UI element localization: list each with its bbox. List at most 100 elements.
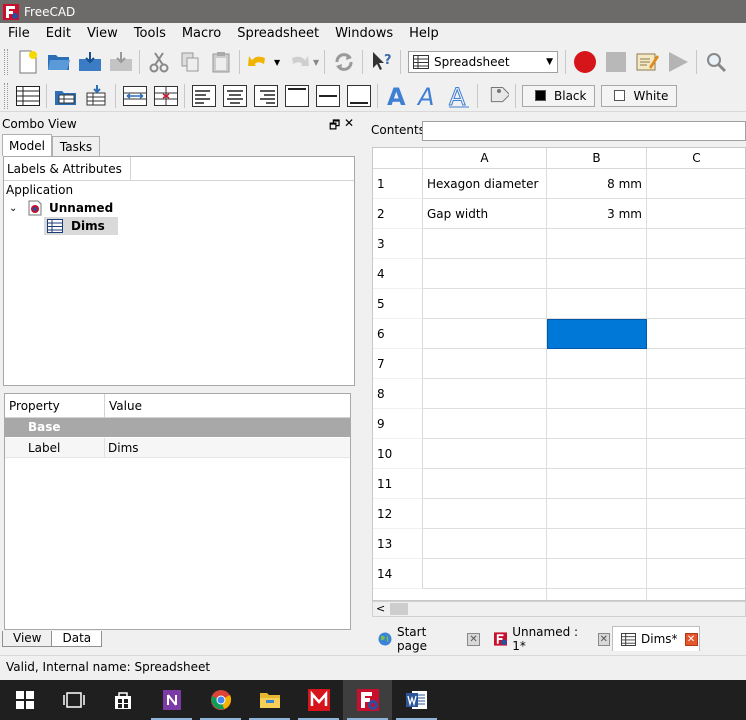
export-spreadsheet-button[interactable] xyxy=(81,81,112,111)
cell-a15[interactable] xyxy=(423,589,547,600)
tab-model[interactable]: Model xyxy=(2,134,52,156)
property-group-base[interactable]: Base xyxy=(5,418,350,437)
cell-a13[interactable] xyxy=(423,529,547,559)
cell-c14[interactable] xyxy=(647,559,745,589)
tree-item-dims[interactable]: Dims xyxy=(44,217,118,235)
save-as-button[interactable] xyxy=(105,47,136,77)
align-right-button[interactable] xyxy=(250,81,281,111)
column-header-c[interactable]: C xyxy=(647,148,745,169)
create-spreadsheet-button[interactable] xyxy=(12,81,43,111)
tree-item-unnamed[interactable]: ⌄ Unnamed xyxy=(9,199,113,217)
cell-a5[interactable] xyxy=(423,289,547,319)
column-header-a[interactable]: A xyxy=(423,148,547,169)
merge-cells-button[interactable] xyxy=(119,81,150,111)
undo-dropdown-icon[interactable]: ▼ xyxy=(274,58,282,67)
close-tab-icon[interactable]: ✕ xyxy=(467,632,480,646)
row-header[interactable]: 2 xyxy=(373,199,423,229)
cell-c1[interactable] xyxy=(647,169,745,199)
cell-a1[interactable]: Hexagon diameter xyxy=(423,169,547,199)
m-app-button[interactable] xyxy=(294,680,343,720)
menu-view[interactable]: View xyxy=(79,24,126,43)
property-row-label[interactable]: Label Dims xyxy=(5,437,350,458)
onenote-app-button[interactable] xyxy=(147,680,196,720)
align-center-button[interactable] xyxy=(219,81,250,111)
cell-a6[interactable] xyxy=(423,319,547,349)
row-header[interactable]: 10 xyxy=(373,439,423,469)
cell-a10[interactable] xyxy=(423,439,547,469)
menu-edit[interactable]: Edit xyxy=(38,24,79,43)
row-header[interactable]: 3 xyxy=(373,229,423,259)
cell-b5[interactable] xyxy=(547,289,647,319)
zoom-button[interactable] xyxy=(700,47,731,77)
toolbar-grip[interactable] xyxy=(4,49,8,75)
cell-c15[interactable] xyxy=(647,589,745,600)
horizontal-scrollbar[interactable]: < xyxy=(372,601,746,617)
cell-c12[interactable] xyxy=(647,499,745,529)
cell-a11[interactable] xyxy=(423,469,547,499)
align-left-button[interactable] xyxy=(188,81,219,111)
align-top-button[interactable] xyxy=(281,81,312,111)
cell-a14[interactable] xyxy=(423,559,547,589)
row-header[interactable]: 13 xyxy=(373,529,423,559)
cell-b11[interactable] xyxy=(547,469,647,499)
cell-b1[interactable]: 8 mm xyxy=(547,169,647,199)
cell-a9[interactable] xyxy=(423,409,547,439)
paste-button[interactable] xyxy=(205,47,236,77)
new-document-button[interactable] xyxy=(12,47,43,77)
cell-b9[interactable] xyxy=(547,409,647,439)
cell-b7[interactable] xyxy=(547,349,647,379)
menu-tools[interactable]: Tools xyxy=(126,24,174,43)
menu-file[interactable]: File xyxy=(0,24,38,43)
underline-text-button[interactable]: A xyxy=(443,81,474,111)
contents-input[interactable] xyxy=(422,121,746,141)
cell-b15[interactable] xyxy=(547,589,647,600)
workbench-selector[interactable]: Spreadsheet ▼ xyxy=(408,51,558,73)
word-button[interactable] xyxy=(392,680,441,720)
tab-view[interactable]: View xyxy=(2,631,53,647)
refresh-button[interactable] xyxy=(328,47,359,77)
property-value[interactable]: Dims xyxy=(105,441,139,455)
menu-macro[interactable]: Macro xyxy=(174,24,229,43)
cell-c6[interactable] xyxy=(647,319,745,349)
toolbar-grip[interactable] xyxy=(4,82,8,109)
row-header[interactable]: 1 xyxy=(373,169,423,199)
scroll-left-icon[interactable]: < xyxy=(376,602,385,616)
menu-spreadsheet[interactable]: Spreadsheet xyxy=(229,24,327,43)
row-header[interactable]: 14 xyxy=(373,559,423,589)
tab-tasks[interactable]: Tasks xyxy=(52,136,100,156)
row-header[interactable]: 9 xyxy=(373,409,423,439)
macro-stop-button[interactable] xyxy=(600,47,631,77)
cell-c8[interactable] xyxy=(647,379,745,409)
row-header[interactable]: 8 xyxy=(373,379,423,409)
column-header-b[interactable]: B xyxy=(547,148,647,169)
freecad-taskbar-button[interactable] xyxy=(343,680,392,720)
grid-corner[interactable] xyxy=(373,148,423,169)
open-button[interactable] xyxy=(43,47,74,77)
row-header[interactable]: 7 xyxy=(373,349,423,379)
bold-text-button[interactable]: A xyxy=(381,81,412,111)
close-tab-icon[interactable]: ✕ xyxy=(597,632,611,646)
row-header[interactable]: 12 xyxy=(373,499,423,529)
set-alias-button[interactable] xyxy=(481,81,512,111)
cell-b3[interactable] xyxy=(547,229,647,259)
cell-b14[interactable] xyxy=(547,559,647,589)
cell-b6-selected[interactable] xyxy=(547,319,647,349)
start-button[interactable] xyxy=(0,680,49,720)
import-spreadsheet-button[interactable] xyxy=(50,81,81,111)
cut-button[interactable] xyxy=(143,47,174,77)
background-color-button[interactable]: White xyxy=(601,84,678,107)
save-button[interactable] xyxy=(74,47,105,77)
macro-edit-button[interactable] xyxy=(631,47,662,77)
tab-unnamed[interactable]: Unnamed : 1* ✕ xyxy=(486,625,611,653)
file-explorer-button[interactable] xyxy=(245,680,294,720)
align-bottom-button[interactable] xyxy=(343,81,374,111)
foreground-color-button[interactable]: Black xyxy=(522,84,596,107)
macro-record-button[interactable] xyxy=(569,47,600,77)
cell-a12[interactable] xyxy=(423,499,547,529)
task-view-button[interactable] xyxy=(49,680,98,720)
cell-c4[interactable] xyxy=(647,259,745,289)
cell-b12[interactable] xyxy=(547,499,647,529)
cell-a4[interactable] xyxy=(423,259,547,289)
cell-b4[interactable] xyxy=(547,259,647,289)
cell-c7[interactable] xyxy=(647,349,745,379)
